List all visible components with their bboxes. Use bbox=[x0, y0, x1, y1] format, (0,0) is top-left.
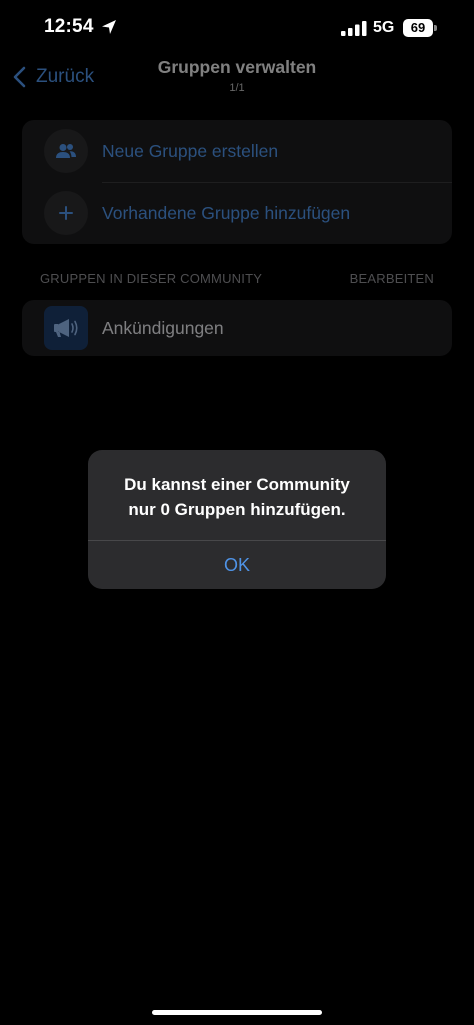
location-arrow-icon bbox=[102, 20, 116, 34]
home-indicator[interactable] bbox=[152, 1010, 322, 1015]
battery-icon: 69 bbox=[403, 19, 437, 37]
section-title: GRUPPEN IN DIESER COMMUNITY bbox=[40, 271, 263, 286]
page-subtitle: 1/1 bbox=[229, 82, 245, 94]
plus-icon bbox=[59, 206, 73, 220]
alert-message-line-2: nur 0 Gruppen hinzufügen. bbox=[128, 500, 346, 519]
battery-level: 69 bbox=[410, 20, 426, 35]
actions-card: Neue Gruppe erstellen Vorhandene Gruppe … bbox=[22, 120, 452, 244]
page-title: Gruppen verwalten bbox=[157, 57, 317, 77]
people-icon bbox=[56, 144, 76, 158]
group-label: Ankündigungen bbox=[102, 317, 224, 338]
ok-button[interactable]: OK bbox=[88, 541, 386, 589]
add-existing-group-label: Vorhandene Gruppe hinzufügen bbox=[102, 202, 351, 223]
network-label: 5G bbox=[373, 19, 395, 36]
status-bar: 12:54 5G 69 bbox=[0, 0, 474, 56]
add-existing-group-button[interactable]: Vorhandene Gruppe hinzufügen bbox=[22, 182, 452, 244]
edit-button[interactable]: BEARBEITEN bbox=[350, 271, 434, 286]
create-group-button[interactable]: Neue Gruppe erstellen bbox=[22, 120, 452, 182]
megaphone-icon bbox=[54, 319, 78, 337]
signal-icon bbox=[341, 21, 367, 36]
section-header: GRUPPEN IN DIESER COMMUNITY BEARBEITEN bbox=[40, 271, 434, 286]
group-row-announcements[interactable]: Ankündigungen bbox=[22, 300, 452, 356]
alert-message: Du kannst einer Community nur 0 Gruppen … bbox=[104, 472, 370, 522]
screen: 12:54 5G 69 Zurück Gruppen verwalten 1/1 bbox=[0, 0, 474, 1025]
alert-dialog: Du kannst einer Community nur 0 Gruppen … bbox=[88, 450, 386, 589]
create-group-label: Neue Gruppe erstellen bbox=[102, 140, 279, 161]
status-time: 12:54 bbox=[44, 16, 94, 37]
alert-message-line-1: Du kannst einer Community bbox=[124, 475, 350, 494]
